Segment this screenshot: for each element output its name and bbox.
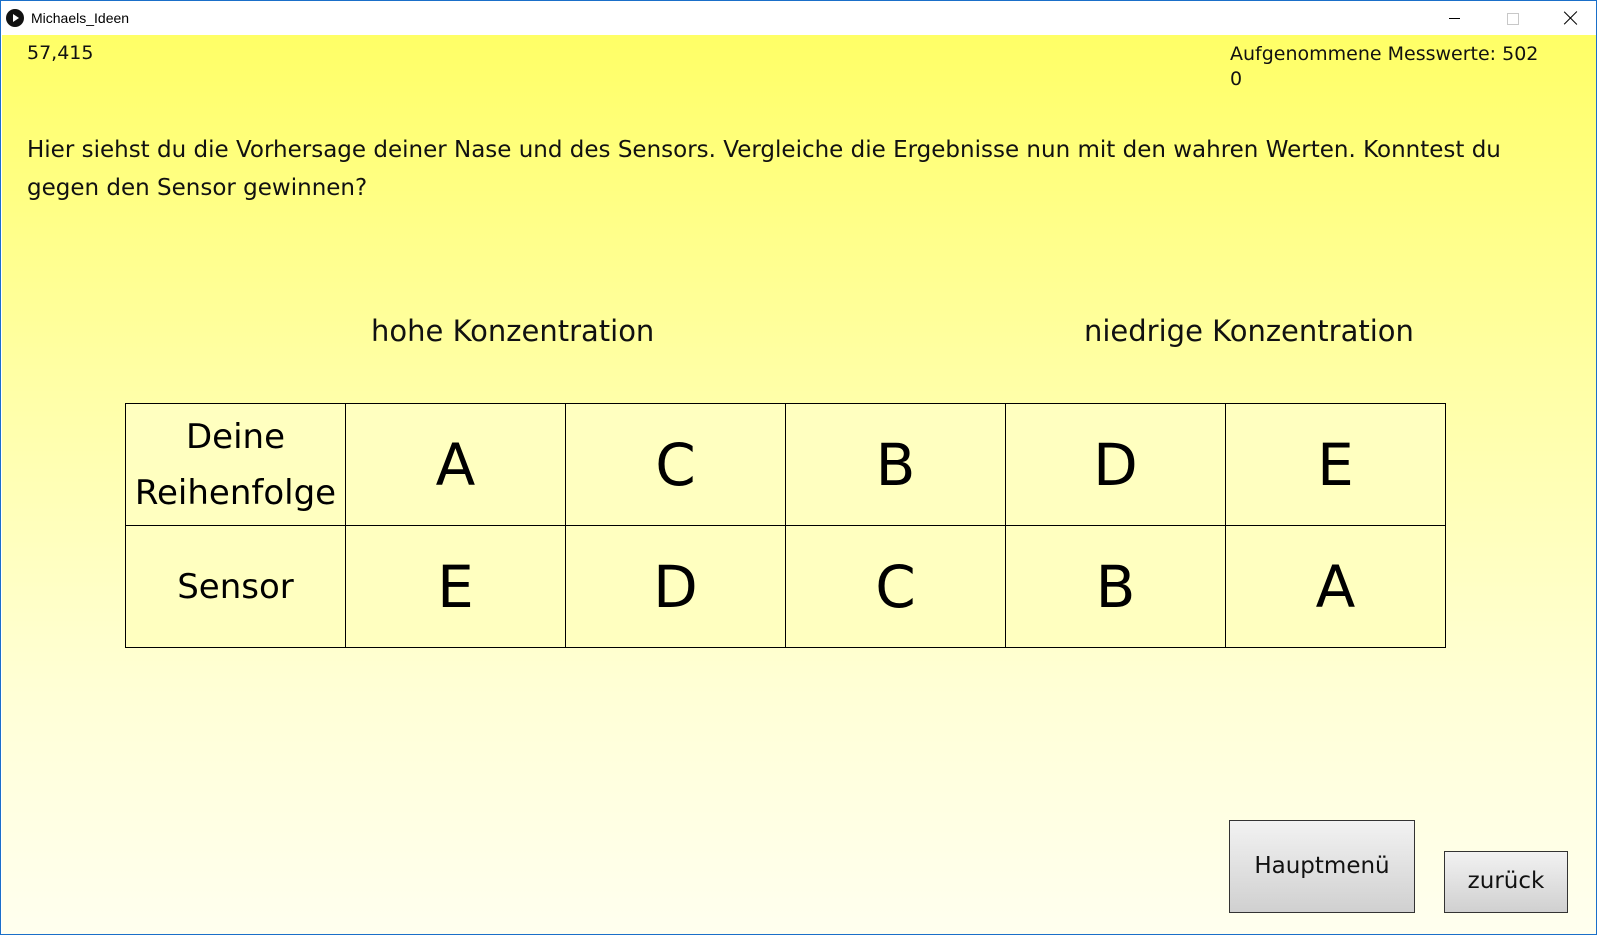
close-icon [1563, 10, 1579, 26]
measurement-count-extra: 0 [1230, 68, 1243, 90]
back-button[interactable]: zurück [1444, 851, 1568, 913]
sensor-value: 57,415 [27, 42, 94, 64]
table-cell: B [785, 403, 1006, 526]
row-label-line: Reihenfolge [134, 472, 337, 513]
window-title: Michaels_Ideen [31, 10, 130, 26]
table-row-your-order: Deine Reihenfolge A C B D E [125, 403, 1446, 526]
table-cell: B [1005, 525, 1226, 648]
row-label-your-order: Deine Reihenfolge [125, 403, 346, 526]
row-label-line: Deine [185, 416, 285, 457]
table-cell: D [1005, 403, 1226, 526]
table-cell: A [345, 403, 566, 526]
close-button[interactable] [1542, 1, 1597, 35]
minimize-icon [1449, 18, 1460, 19]
maximize-icon [1507, 13, 1519, 25]
main-menu-button[interactable]: Hauptmenü [1229, 820, 1415, 913]
app-window: Michaels_Ideen 57,415 Aufgenommene Messw… [0, 0, 1597, 935]
table-cell: C [785, 525, 1006, 648]
measurement-counter: Aufgenommene Messwerte: 502 0 [1230, 42, 1538, 92]
heading-low-concentration: niedrige Konzentration [1084, 314, 1414, 348]
minimize-button[interactable] [1426, 1, 1484, 35]
table-cell: C [565, 403, 786, 526]
sketch-canvas: 57,415 Aufgenommene Messwerte: 502 0 Hie… [2, 35, 1596, 934]
row-label-sensor: Sensor [125, 525, 346, 648]
table-cell: E [345, 525, 566, 648]
table-cell: D [565, 525, 786, 648]
heading-high-concentration: hohe Konzentration [371, 314, 655, 348]
processing-app-icon [6, 9, 24, 27]
table-cell: A [1225, 525, 1446, 648]
table-cell: E [1225, 403, 1446, 526]
title-bar[interactable]: Michaels_Ideen [1, 1, 1596, 35]
maximize-button[interactable] [1484, 1, 1542, 35]
measurement-count-label: Aufgenommene Messwerte: 502 [1230, 43, 1539, 65]
instruction-text: Hier siehst du die Vorhersage deiner Nas… [27, 137, 1501, 201]
ranking-comparison-table: Deine Reihenfolge A C B D E Sensor E D C… [125, 403, 1446, 648]
table-row-sensor: Sensor E D C B A [125, 525, 1446, 648]
